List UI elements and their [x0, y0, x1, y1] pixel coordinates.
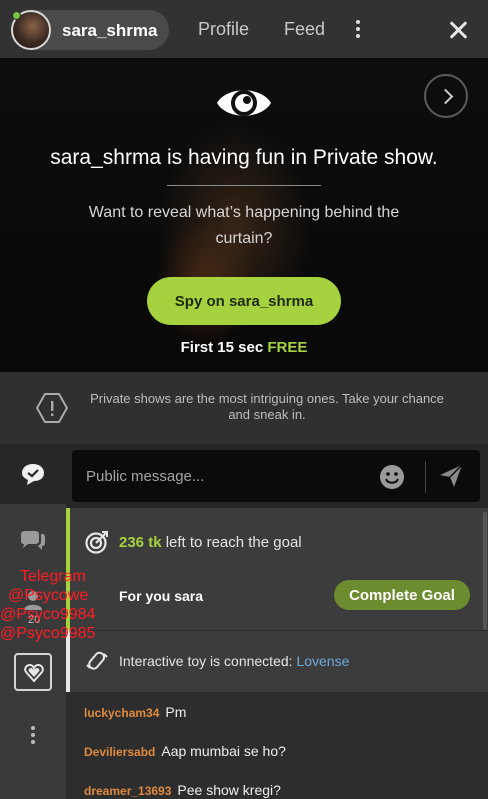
vibration-icon	[86, 651, 108, 670]
rail-more-icon[interactable]	[31, 726, 35, 748]
goal-progress-text: 236 tk left to reach the goal	[119, 534, 302, 551]
lovense-link[interactable]: Lovense	[296, 653, 349, 669]
chat-message: Deviliersabd Aap mumbai se ho?	[84, 743, 286, 759]
free-preview-prefix: First 15 sec	[180, 339, 268, 356]
watermark-line: @Psycowe	[8, 587, 89, 604]
model-username[interactable]: sara_shrma	[62, 21, 157, 41]
watermark-line: @Psyco9985	[0, 625, 96, 642]
input-divider	[425, 461, 426, 493]
close-icon[interactable]	[440, 12, 476, 48]
next-model-button[interactable]	[424, 74, 468, 118]
private-show-info: Private shows are the most intriguing on…	[0, 372, 488, 444]
divider	[167, 185, 321, 186]
more-options-icon[interactable]	[350, 18, 366, 42]
chat-message: luckycham34 Pm	[84, 704, 186, 720]
eye-icon	[217, 90, 271, 116]
send-icon[interactable]	[438, 463, 464, 489]
free-badge: FREE	[267, 339, 308, 356]
rail-tab-chat[interactable]	[0, 444, 66, 504]
toy-status-label: Interactive toy is connected:	[119, 653, 297, 669]
private-show-title: sara_shrma is having fun in Private show…	[50, 146, 438, 169]
online-status-dot	[12, 11, 21, 20]
rail-tab-toy[interactable]	[14, 653, 52, 691]
tab-feed[interactable]: Feed	[284, 19, 325, 40]
private-show-subtitle: Want to reveal what’s happening behind t…	[88, 204, 400, 247]
toy-status: Interactive toy is connected: Lovense	[119, 653, 349, 669]
toy-heart-icon	[24, 663, 44, 683]
chat-text: Pm	[165, 704, 187, 720]
watermark: Telegram @Psycowe @Psyco9984 @Psyco9985	[0, 567, 130, 643]
tab-profile[interactable]: Profile	[198, 19, 249, 40]
private-chat-icon[interactable]	[18, 530, 48, 556]
alert-hexagon-icon	[36, 393, 68, 423]
target-icon	[85, 531, 108, 554]
emoji-icon[interactable]	[379, 464, 405, 490]
scrollbar[interactable]	[483, 512, 487, 630]
watermark-line: Telegram	[20, 568, 86, 585]
panel-divider	[70, 630, 488, 631]
spy-button[interactable]: Spy on sara_shrma	[147, 277, 341, 325]
model-user-pill[interactable]: sara_shrma	[11, 10, 169, 50]
free-preview-note: First 15 sec FREE	[0, 339, 488, 356]
info-text: Private shows are the most intriguing on…	[90, 391, 444, 422]
public-message-input[interactable]	[72, 450, 480, 502]
chat-message: dreamer_13693 Pee show kregi?	[84, 782, 281, 798]
chat-username[interactable]: luckycham34	[84, 706, 159, 720]
chat-username[interactable]: Deviliersabd	[84, 745, 155, 759]
watermark-line: @Psyco9984	[0, 606, 96, 623]
chat-text: Pee show kregi?	[177, 782, 281, 798]
goal-remaining-label: left to reach the goal	[161, 534, 302, 551]
top-bar: sara_shrma Profile Feed	[0, 0, 488, 58]
message-composer	[66, 444, 488, 508]
chat-list: luckycham34 Pm Deviliersabd Aap mumbai se …	[66, 692, 488, 799]
goal-description: For you sara	[119, 588, 204, 604]
goal-tokens: 236 tk	[119, 534, 162, 551]
chat-username[interactable]: dreamer_13693	[84, 784, 171, 798]
complete-goal-button[interactable]: Complete Goal	[334, 580, 470, 610]
chat-bubble-icon	[22, 464, 44, 485]
chat-text: Aap mumbai se ho?	[161, 743, 286, 759]
private-show-video: sara_shrma is having fun in Private show…	[0, 58, 488, 372]
